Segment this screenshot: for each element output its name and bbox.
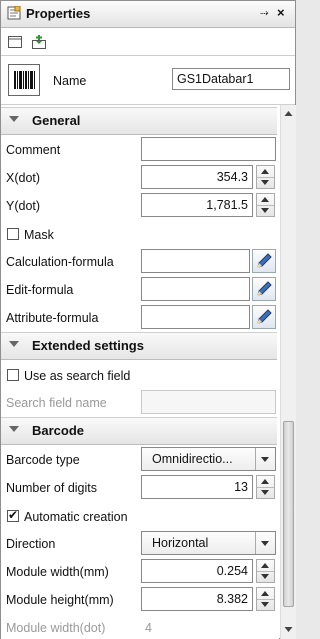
scroll-up-icon[interactable] bbox=[282, 107, 295, 121]
module-width-mm-input[interactable]: 0.254 bbox=[141, 559, 253, 583]
toolbar bbox=[1, 28, 295, 56]
edit-formula-label: Edit-formula bbox=[6, 283, 74, 297]
section-title: Barcode bbox=[32, 423, 85, 438]
chevron-down-icon[interactable] bbox=[255, 448, 275, 470]
module-width-mm-spinner[interactable] bbox=[256, 559, 275, 583]
pin-icon[interactable]: ⤑ bbox=[260, 7, 269, 20]
auto-creation-checkbox[interactable]: ✔ bbox=[7, 508, 19, 522]
y-input[interactable]: 1,781.5 bbox=[141, 193, 253, 217]
search-field-label: Use as search field bbox=[24, 369, 131, 383]
properties-icon bbox=[7, 6, 21, 20]
spin-up-icon[interactable] bbox=[261, 479, 269, 484]
direction-value: Horizontal bbox=[152, 536, 209, 550]
module-width-dot-label: Module width(dot) bbox=[6, 621, 106, 635]
panel-title: Properties bbox=[26, 6, 91, 21]
y-spinner[interactable] bbox=[256, 193, 275, 217]
barcode-icon bbox=[8, 64, 40, 96]
section-general[interactable]: General bbox=[1, 107, 277, 135]
search-field-name-label: Search field name bbox=[6, 396, 107, 410]
edit-attribute-formula-button[interactable] bbox=[252, 305, 276, 329]
spin-down-icon[interactable] bbox=[261, 490, 269, 495]
pen-icon bbox=[257, 281, 272, 296]
properties-panel: Properties ⤑ × Name GS1Databar1 General … bbox=[0, 0, 296, 639]
calc-formula-input[interactable] bbox=[141, 249, 250, 273]
vertical-scrollbar[interactable] bbox=[280, 105, 296, 639]
digits-spinner[interactable] bbox=[256, 475, 275, 499]
collapse-chevron-icon[interactable] bbox=[9, 426, 19, 432]
attribute-formula-label: Attribute-formula bbox=[6, 311, 99, 325]
check-icon: ✔ bbox=[8, 508, 19, 522]
y-label: Y(dot) bbox=[6, 199, 41, 213]
mask-checkbox[interactable] bbox=[7, 228, 19, 240]
property-grid: General Comment X(dot) 354.3 Y(dot) 1,78… bbox=[1, 105, 279, 639]
pen-icon bbox=[257, 309, 272, 324]
attribute-formula-input[interactable] bbox=[141, 305, 250, 329]
digits-label: Number of digits bbox=[6, 481, 98, 495]
module-height-mm-input[interactable]: 8.382 bbox=[141, 587, 253, 611]
name-label: Name bbox=[53, 74, 87, 88]
digits-input[interactable]: 13 bbox=[141, 475, 253, 499]
collapse-chevron-icon[interactable] bbox=[9, 341, 19, 347]
edit-edit-formula-button[interactable] bbox=[252, 277, 276, 301]
edit-calc-formula-button[interactable] bbox=[252, 249, 276, 273]
spin-up-icon[interactable] bbox=[261, 169, 269, 174]
section-title: Extended settings bbox=[32, 338, 144, 353]
x-input[interactable]: 354.3 bbox=[141, 165, 253, 189]
mask-label: Mask bbox=[24, 228, 54, 242]
comment-label: Comment bbox=[6, 143, 61, 157]
spin-up-icon[interactable] bbox=[261, 591, 269, 596]
edit-formula-input[interactable] bbox=[141, 277, 250, 301]
x-spinner[interactable] bbox=[256, 165, 275, 189]
section-title: General bbox=[32, 113, 81, 128]
spin-down-icon[interactable] bbox=[261, 574, 269, 579]
barcode-type-select[interactable]: Omnidirectio... bbox=[141, 447, 276, 471]
object-header: Name GS1Databar1 bbox=[1, 56, 295, 105]
close-icon[interactable]: × bbox=[277, 5, 285, 20]
title-bar: Properties ⤑ × bbox=[1, 1, 295, 28]
name-input[interactable]: GS1Databar1 bbox=[172, 68, 290, 90]
search-field-name-input bbox=[141, 390, 276, 414]
pen-icon bbox=[257, 253, 272, 268]
spin-down-icon[interactable] bbox=[261, 208, 269, 213]
section-extended-settings[interactable]: Extended settings bbox=[1, 332, 277, 360]
spin-down-icon[interactable] bbox=[261, 602, 269, 607]
module-width-mm-label: Module width(mm) bbox=[6, 565, 109, 579]
direction-select[interactable]: Horizontal bbox=[141, 531, 276, 555]
scrollbar-thumb[interactable] bbox=[283, 421, 294, 607]
module-width-dot-value: 4 bbox=[145, 621, 152, 635]
module-height-mm-spinner[interactable] bbox=[256, 587, 275, 611]
barcode-type-value: Omnidirectio... bbox=[152, 452, 233, 466]
spin-down-icon[interactable] bbox=[261, 180, 269, 185]
module-height-mm-label: Module height(mm) bbox=[6, 593, 114, 607]
spin-up-icon[interactable] bbox=[261, 197, 269, 202]
scroll-down-icon[interactable] bbox=[282, 622, 295, 636]
calc-formula-label: Calculation-formula bbox=[6, 255, 114, 269]
chevron-down-icon[interactable] bbox=[255, 532, 275, 554]
window-icon[interactable] bbox=[7, 34, 23, 50]
add-field-icon[interactable] bbox=[31, 34, 47, 50]
search-field-checkbox[interactable] bbox=[7, 369, 19, 381]
collapse-chevron-icon[interactable] bbox=[9, 116, 19, 122]
x-label: X(dot) bbox=[6, 171, 41, 185]
auto-creation-label: Automatic creation bbox=[24, 510, 128, 524]
direction-label: Direction bbox=[6, 537, 56, 551]
spin-up-icon[interactable] bbox=[261, 563, 269, 568]
section-barcode[interactable]: Barcode bbox=[1, 417, 277, 445]
barcode-type-label: Barcode type bbox=[6, 453, 80, 467]
comment-input[interactable] bbox=[141, 137, 276, 161]
